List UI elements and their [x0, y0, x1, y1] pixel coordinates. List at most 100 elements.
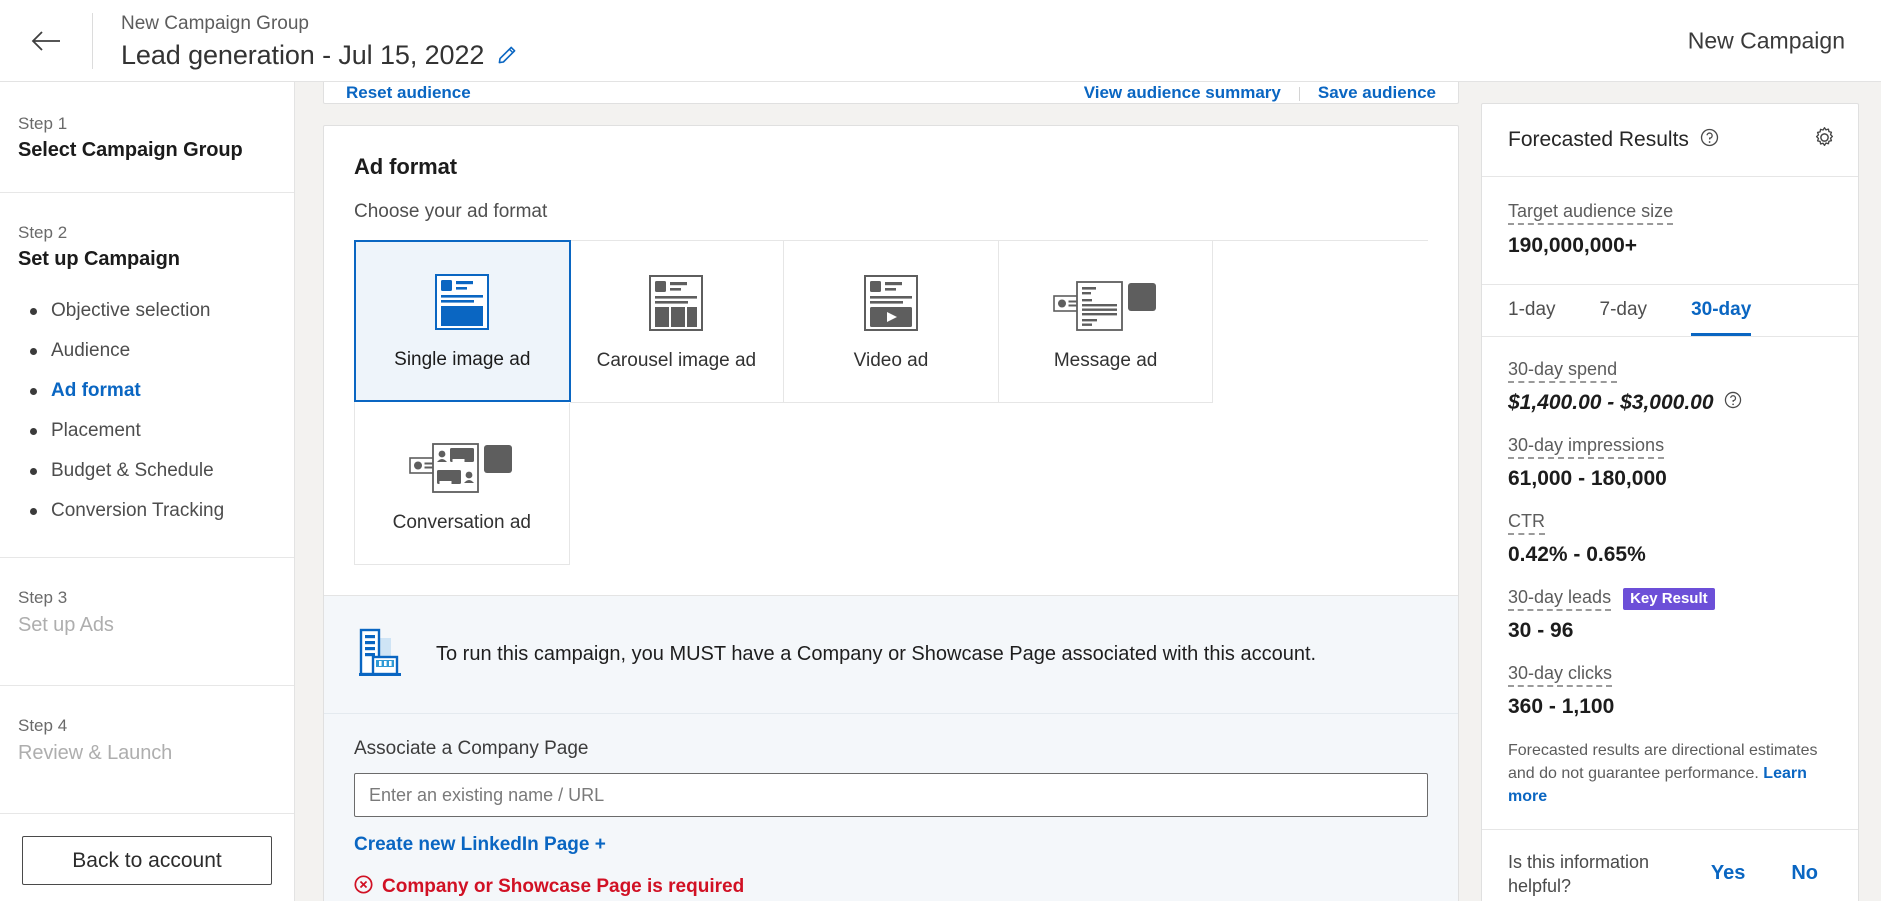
campaign-name: Lead generation - Jul 15, 2022 — [121, 40, 484, 71]
metric-label[interactable]: 30-day spend — [1508, 359, 1617, 383]
associate-company-page-label: Associate a Company Page — [354, 714, 1428, 760]
forecast-title: Forecasted Results — [1508, 128, 1689, 152]
main-content: Reset audience View audience summary Sav… — [295, 82, 1481, 901]
bullet-icon — [30, 508, 37, 515]
sidebar-step-4[interactable]: Step 4 Review & Launch — [0, 686, 294, 814]
metric-value: 61,000 - 180,000 — [1508, 467, 1832, 491]
tab-30-day[interactable]: 30-day — [1691, 285, 1751, 336]
associate-company-page-section: Associate a Company Page Create new Link… — [324, 713, 1458, 901]
sidebar-item-budget-schedule[interactable]: Budget & Schedule — [18, 451, 294, 491]
company-building-icon — [354, 624, 410, 685]
metric-label[interactable]: 30-day leads — [1508, 587, 1611, 611]
ad-format-grid-spacer — [1213, 403, 1428, 565]
back-to-account-wrap: Back to account — [0, 814, 294, 885]
ad-format-card: Ad format Choose your ad format — [323, 125, 1459, 901]
bullet-icon — [30, 308, 37, 315]
sidebar-item-ad-format[interactable]: Ad format — [18, 371, 294, 411]
single-image-ad-icon — [432, 271, 492, 333]
sidebar-step-3[interactable]: Step 3 Set up Ads — [0, 558, 294, 686]
tab-7-day[interactable]: 7-day — [1600, 285, 1648, 336]
forecast-feedback: Is this information helpful? Yes No — [1482, 829, 1858, 901]
back-button[interactable] — [0, 0, 92, 82]
step-4-title: Review & Launch — [18, 742, 294, 765]
back-to-account-button[interactable]: Back to account — [22, 836, 272, 885]
tab-1-day[interactable]: 1-day — [1508, 285, 1556, 336]
company-page-error: Company or Showcase Page is required — [354, 875, 1428, 899]
create-linkedin-page-link[interactable]: Create new LinkedIn Page + — [354, 834, 606, 856]
feedback-yes-button[interactable]: Yes — [1711, 862, 1745, 885]
sidebar-item-placement[interactable]: Placement — [18, 411, 294, 451]
ad-format-label: Conversation ad — [393, 512, 531, 534]
sidebar-step-2: Step 2 Set up Campaign Objective selecti… — [0, 193, 294, 558]
ad-format-option-video-ad[interactable]: Video ad — [784, 241, 999, 403]
metric-value: 360 - 1,100 — [1508, 695, 1832, 719]
video-ad-icon — [861, 272, 921, 334]
sidebar-step-1[interactable]: Step 1 Select Campaign Group — [0, 82, 294, 193]
forecast-range-tabs: 1-day 7-day 30-day — [1482, 285, 1858, 337]
substep-list: Objective selection Audience Ad format P… — [18, 291, 294, 531]
feedback-no-button[interactable]: No — [1791, 862, 1818, 885]
step-3-title: Set up Ads — [18, 614, 294, 637]
metric-value: 0.42% - 0.65% — [1508, 543, 1832, 567]
gear-icon[interactable] — [1813, 126, 1836, 154]
metric-30-day-spend: 30-day spend $1,400.00 - $3,000.00 — [1508, 359, 1832, 415]
audience-action-strip: Reset audience View audience summary Sav… — [323, 82, 1459, 104]
target-audience-size-value: 190,000,000+ — [1508, 234, 1832, 258]
ad-format-option-conversation-ad[interactable]: Conversation ad — [355, 403, 570, 565]
ad-format-option-single-image-ad[interactable]: Single image ad — [354, 240, 571, 402]
bullet-icon — [30, 468, 37, 475]
forecast-header: Forecasted Results — [1482, 104, 1858, 177]
error-circle-icon — [354, 875, 373, 899]
ad-format-option-carousel-image-ad[interactable]: Carousel image ad — [570, 241, 785, 403]
substep-label: Audience — [51, 340, 130, 362]
key-result-badge: Key Result — [1623, 588, 1715, 610]
pencil-edit-icon[interactable] — [497, 45, 517, 65]
ad-format-grid: Single image ad — [354, 240, 1428, 565]
forecast-disclaimer: Forecasted results are directional estim… — [1508, 739, 1832, 809]
help-circle-icon[interactable] — [1700, 128, 1719, 153]
step-2-title: Set up Campaign — [18, 248, 294, 271]
ad-format-option-message-ad[interactable]: Message ad — [999, 241, 1214, 403]
step-1-title: Select Campaign Group — [18, 139, 294, 162]
metric-label[interactable]: 30-day clicks — [1508, 663, 1612, 687]
carousel-image-ad-icon — [646, 272, 706, 334]
view-audience-summary-link[interactable]: View audience summary — [1084, 84, 1281, 101]
metric-value-text: $1,400.00 - $3,000.00 — [1508, 391, 1714, 415]
metric-value: 30 - 96 — [1508, 619, 1832, 643]
company-page-input[interactable] — [354, 773, 1428, 817]
target-audience-size-block: Target audience size 190,000,000+ — [1482, 177, 1858, 285]
step-3-label: Step 3 — [18, 584, 294, 611]
ad-format-subheading: Choose your ad format — [354, 201, 1428, 223]
campaign-manager-page: New Campaign Group Lead generation - Jul… — [0, 0, 1881, 901]
bullet-icon — [30, 428, 37, 435]
step-2-label: Step 2 — [18, 219, 294, 246]
step-4-label: Step 4 — [18, 712, 294, 739]
metric-label[interactable]: CTR — [1508, 511, 1545, 535]
sidebar-item-conversion-tracking[interactable]: Conversion Tracking — [18, 491, 294, 531]
substep-label: Placement — [51, 420, 141, 442]
help-circle-icon[interactable] — [1724, 391, 1742, 415]
step-1-label: Step 1 — [18, 110, 294, 137]
message-ad-icon — [1052, 272, 1160, 334]
campaign-group-name: New Campaign Group — [121, 10, 517, 38]
bullet-icon — [30, 388, 37, 395]
sidebar-item-audience[interactable]: Audience — [18, 331, 294, 371]
ad-format-grid-spacer — [570, 403, 785, 565]
save-audience-link[interactable]: Save audience — [1318, 84, 1436, 101]
substep-label: Conversion Tracking — [51, 500, 224, 522]
company-page-error-text: Company or Showcase Page is required — [382, 876, 744, 898]
new-campaign-button[interactable]: New Campaign — [1688, 27, 1845, 54]
ad-format-label: Carousel image ad — [597, 350, 756, 372]
ad-format-label: Video ad — [854, 350, 929, 372]
target-audience-size-label[interactable]: Target audience size — [1508, 201, 1673, 225]
ad-format-grid-spacer — [999, 403, 1214, 565]
campaign-title-block: New Campaign Group Lead generation - Jul… — [93, 10, 517, 71]
ad-format-grid-spacer — [1213, 241, 1428, 403]
conversation-ad-icon — [408, 434, 516, 496]
metric-label[interactable]: 30-day impressions — [1508, 435, 1664, 459]
page-body: Step 1 Select Campaign Group Step 2 Set … — [0, 82, 1881, 901]
reset-audience-link[interactable]: Reset audience — [346, 84, 471, 101]
metric-30-day-leads: 30-day leads Key Result 30 - 96 — [1508, 587, 1832, 643]
sidebar-item-objective-selection[interactable]: Objective selection — [18, 291, 294, 331]
company-page-notice: To run this campaign, you MUST have a Co… — [324, 595, 1458, 713]
